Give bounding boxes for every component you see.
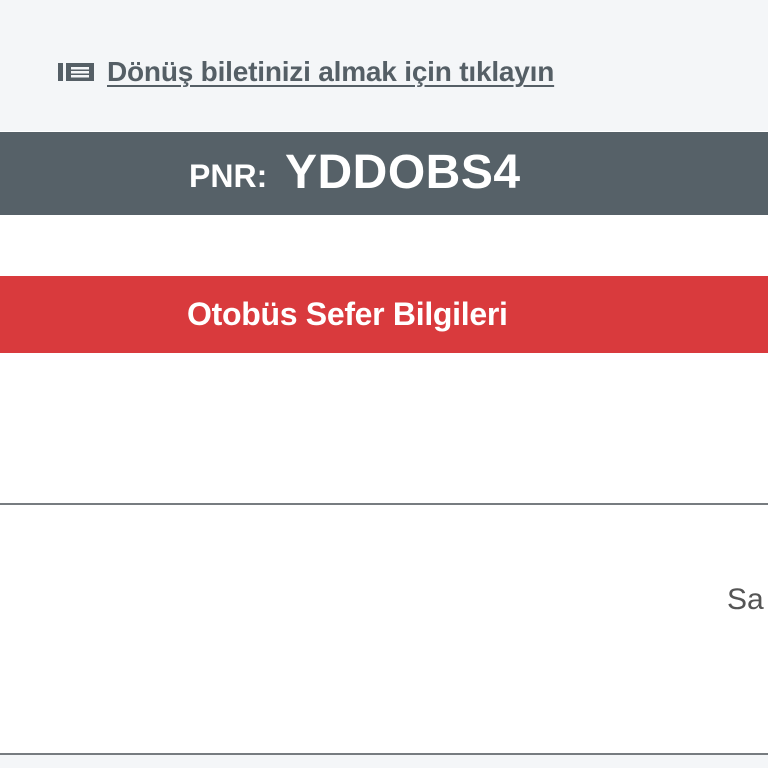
pnr-bar: PNR: YDDOBS4 xyxy=(0,132,768,215)
pnr-label: PNR: xyxy=(189,158,268,194)
bus-trip-info-title: Otobüs Sefer Bilgileri xyxy=(187,296,508,332)
truncated-text: Sa xyxy=(727,583,764,616)
ticket-icon xyxy=(57,61,95,83)
return-ticket-link-label: Dönüş biletinizi almak için tıklayın xyxy=(107,56,555,87)
bus-trip-info-header: Otobüs Sefer Bilgileri xyxy=(0,276,768,353)
ticket-page: Dönüş biletinizi almak için tıklayın PNR… xyxy=(0,0,768,768)
return-ticket-link[interactable]: Dönüş biletinizi almak için tıklayın xyxy=(57,56,554,88)
bottom-strip xyxy=(0,755,768,768)
pnr-code: YDDOBS4 xyxy=(285,146,521,199)
divider-top xyxy=(0,503,768,505)
return-ticket-bar: Dönüş biletinizi almak için tıklayın xyxy=(0,0,768,131)
